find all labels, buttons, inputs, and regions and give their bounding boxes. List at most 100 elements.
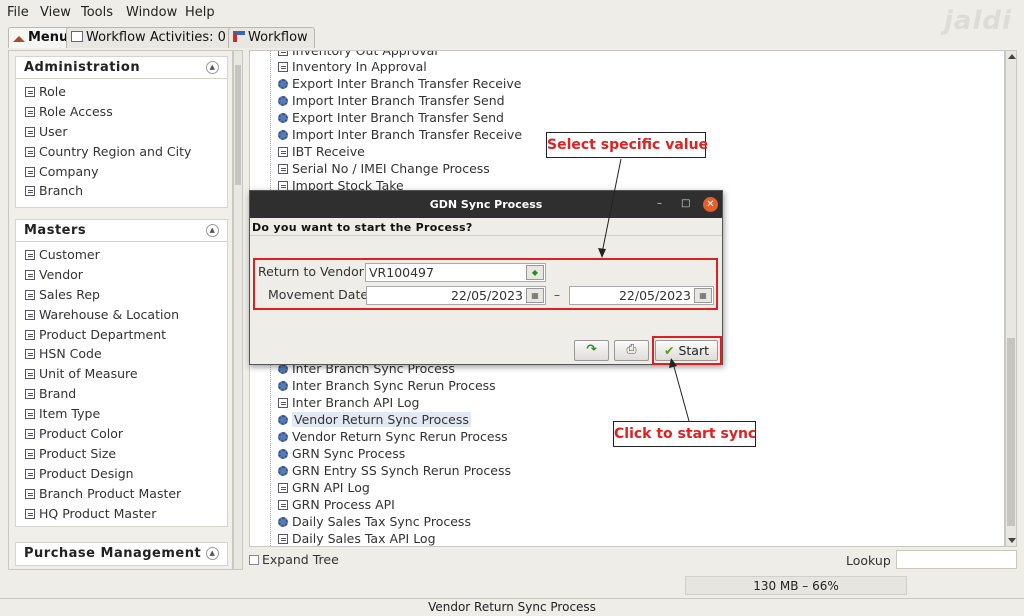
tree-item[interactable]: Vendor Return Sync Rerun Process — [278, 429, 508, 446]
tree-item[interactable]: Daily Sales Tax Sync Process — [278, 514, 471, 531]
lookup-input[interactable] — [896, 550, 1017, 569]
sidebar-item[interactable]: Company — [16, 164, 227, 184]
menu-help[interactable]: Help — [185, 5, 215, 20]
minimize-icon[interactable]: – — [657, 198, 662, 209]
form-icon — [278, 500, 288, 510]
sidebar-item-label: Product Color — [39, 426, 124, 442]
sidebar-item[interactable]: Unit of Measure — [16, 366, 227, 386]
sidebar-item[interactable]: Branch Product Master — [16, 486, 227, 506]
close-icon[interactable]: ✕ — [703, 197, 718, 212]
sidebar-item[interactable]: Warehouse & Location — [16, 307, 227, 327]
collapse-icon[interactable]: ▲ — [206, 61, 219, 74]
divider — [250, 235, 722, 236]
tree-item[interactable]: Import Inter Branch Transfer Receive — [278, 127, 522, 144]
sidebar-item-label: Unit of Measure — [39, 366, 138, 382]
gear-icon — [278, 449, 288, 459]
form-icon — [278, 62, 288, 72]
tree-item[interactable]: Serial No / IMEI Change Process — [278, 161, 490, 178]
section-header[interactable]: Masters ▲ — [16, 220, 227, 242]
tree-item[interactable]: Export Inter Branch Transfer Send — [278, 110, 504, 127]
tree-item[interactable]: Daily Sales Tax API Log — [278, 531, 436, 546]
tree-item[interactable]: Inventory In Approval — [278, 59, 427, 76]
form-icon — [25, 389, 35, 400]
scroll-thumb[interactable] — [235, 65, 241, 185]
section-header[interactable]: Administration ▲ — [16, 57, 227, 79]
sidebar-item[interactable]: User — [16, 124, 227, 144]
lookup-label: Lookup — [846, 553, 891, 568]
gdn-sync-dialog: GDN Sync Process – □ ✕ Do you want to st… — [249, 190, 723, 365]
menu-file[interactable]: File — [7, 5, 29, 20]
tree-item[interactable]: Inter Branch API Log — [278, 395, 419, 412]
tree-item[interactable]: Inter Branch Sync Rerun Process — [278, 378, 496, 395]
scroll-down-icon[interactable] — [1008, 538, 1016, 543]
checkbox-icon[interactable] — [249, 555, 259, 565]
menu-window[interactable]: Window — [126, 5, 177, 20]
tab-workflow[interactable]: Workflow — [228, 27, 315, 48]
tree-item-label: GRN Process API — [292, 497, 395, 512]
section-purchase-management: Purchase Management ▲ — [15, 542, 228, 566]
tree-scrollbar[interactable] — [1005, 50, 1017, 547]
sidebar-item-label: Role — [39, 84, 66, 99]
form-icon — [278, 164, 288, 174]
menu-view[interactable]: View — [40, 5, 71, 20]
sidebar-item[interactable]: Sales Rep — [16, 287, 227, 307]
form-icon — [25, 146, 35, 157]
home-icon — [13, 36, 25, 42]
scroll-up-icon[interactable] — [1008, 54, 1016, 59]
tree-item[interactable]: IBT Receive — [278, 144, 365, 161]
sidebar-item-label: Role Access — [39, 103, 113, 119]
tab-workflow-activities[interactable]: Workflow Activities: 0 — [66, 27, 233, 48]
sidebar-scrollbar[interactable] — [233, 50, 243, 570]
sidebar-item[interactable]: Product Color — [16, 426, 227, 446]
memory-indicator[interactable]: 130 MB – 66% — [685, 576, 907, 595]
tree-item-label: Daily Sales Tax Sync Process — [292, 514, 471, 529]
sidebar-item-label: Sales Rep — [39, 286, 100, 302]
tree-item-label: Import Inter Branch Transfer Send — [292, 93, 505, 108]
gear-icon — [278, 517, 288, 527]
collapse-icon[interactable]: ▲ — [206, 547, 219, 560]
tree-item[interactable]: Import Inter Branch Transfer Send — [278, 93, 505, 110]
sidebar-item[interactable]: HQ Product Master — [16, 506, 227, 526]
tree-item[interactable]: GRN Entry SS Synch Rerun Process — [278, 463, 511, 480]
sidebar-item[interactable]: Country Region and City — [16, 144, 227, 164]
sidebar-item[interactable]: Product Department — [16, 327, 227, 347]
menu-tools[interactable]: Tools — [81, 5, 113, 20]
sidebar-item-label: HQ Product Master — [39, 505, 157, 521]
sidebar-item-label: Item Type — [39, 406, 101, 422]
tab-workflow-label: Workflow — [248, 30, 308, 45]
sidebar-item[interactable]: Product Design — [16, 466, 227, 486]
sidebar-item[interactable]: Customer — [16, 247, 227, 267]
form-icon — [25, 106, 35, 117]
tree-item[interactable]: GRN API Log — [278, 480, 370, 497]
sidebar-item-label: HSN Code — [39, 346, 102, 362]
section-title: Purchase Management — [24, 546, 202, 561]
tree-item[interactable]: GRN Sync Process — [278, 446, 405, 463]
section-header[interactable]: Purchase Management ▲ — [16, 543, 227, 565]
sidebar-item[interactable]: HSN Code — [16, 346, 227, 366]
gear-icon — [278, 113, 288, 123]
scroll-thumb[interactable] — [1007, 338, 1015, 526]
form-icon — [25, 329, 35, 340]
sidebar-item[interactable]: Vendor — [16, 267, 227, 287]
sidebar-item[interactable]: Brand — [16, 386, 227, 406]
tree-item[interactable]: Vendor Return Sync Process — [278, 412, 471, 429]
form-icon — [25, 448, 35, 459]
tree-item[interactable]: GRN Process API — [278, 497, 395, 514]
sidebar-item-label: Vendor — [39, 266, 83, 282]
tree-item-label: Vendor Return Sync Process — [292, 412, 471, 427]
calendar-icon — [71, 31, 83, 42]
refresh-button[interactable]: ↷ — [574, 340, 609, 361]
sidebar-item[interactable]: Role — [16, 84, 227, 104]
tree-item[interactable]: Export Inter Branch Transfer Receive — [278, 76, 521, 93]
collapse-icon[interactable]: ▲ — [206, 224, 219, 237]
tree-item-label: Export Inter Branch Transfer Receive — [292, 76, 522, 91]
sidebar-item[interactable]: Product Size — [16, 446, 227, 466]
print-button[interactable]: ⎙ — [614, 340, 649, 361]
gear-icon — [278, 381, 288, 391]
sidebar-item[interactable]: Role Access — [16, 104, 227, 124]
expand-tree-label: Expand Tree — [262, 552, 339, 567]
maximize-icon[interactable]: □ — [681, 198, 690, 209]
expand-tree-checkbox[interactable]: Expand Tree — [249, 552, 339, 567]
sidebar-item[interactable]: Item Type — [16, 406, 227, 426]
sidebar-item[interactable]: Branch — [16, 183, 227, 203]
